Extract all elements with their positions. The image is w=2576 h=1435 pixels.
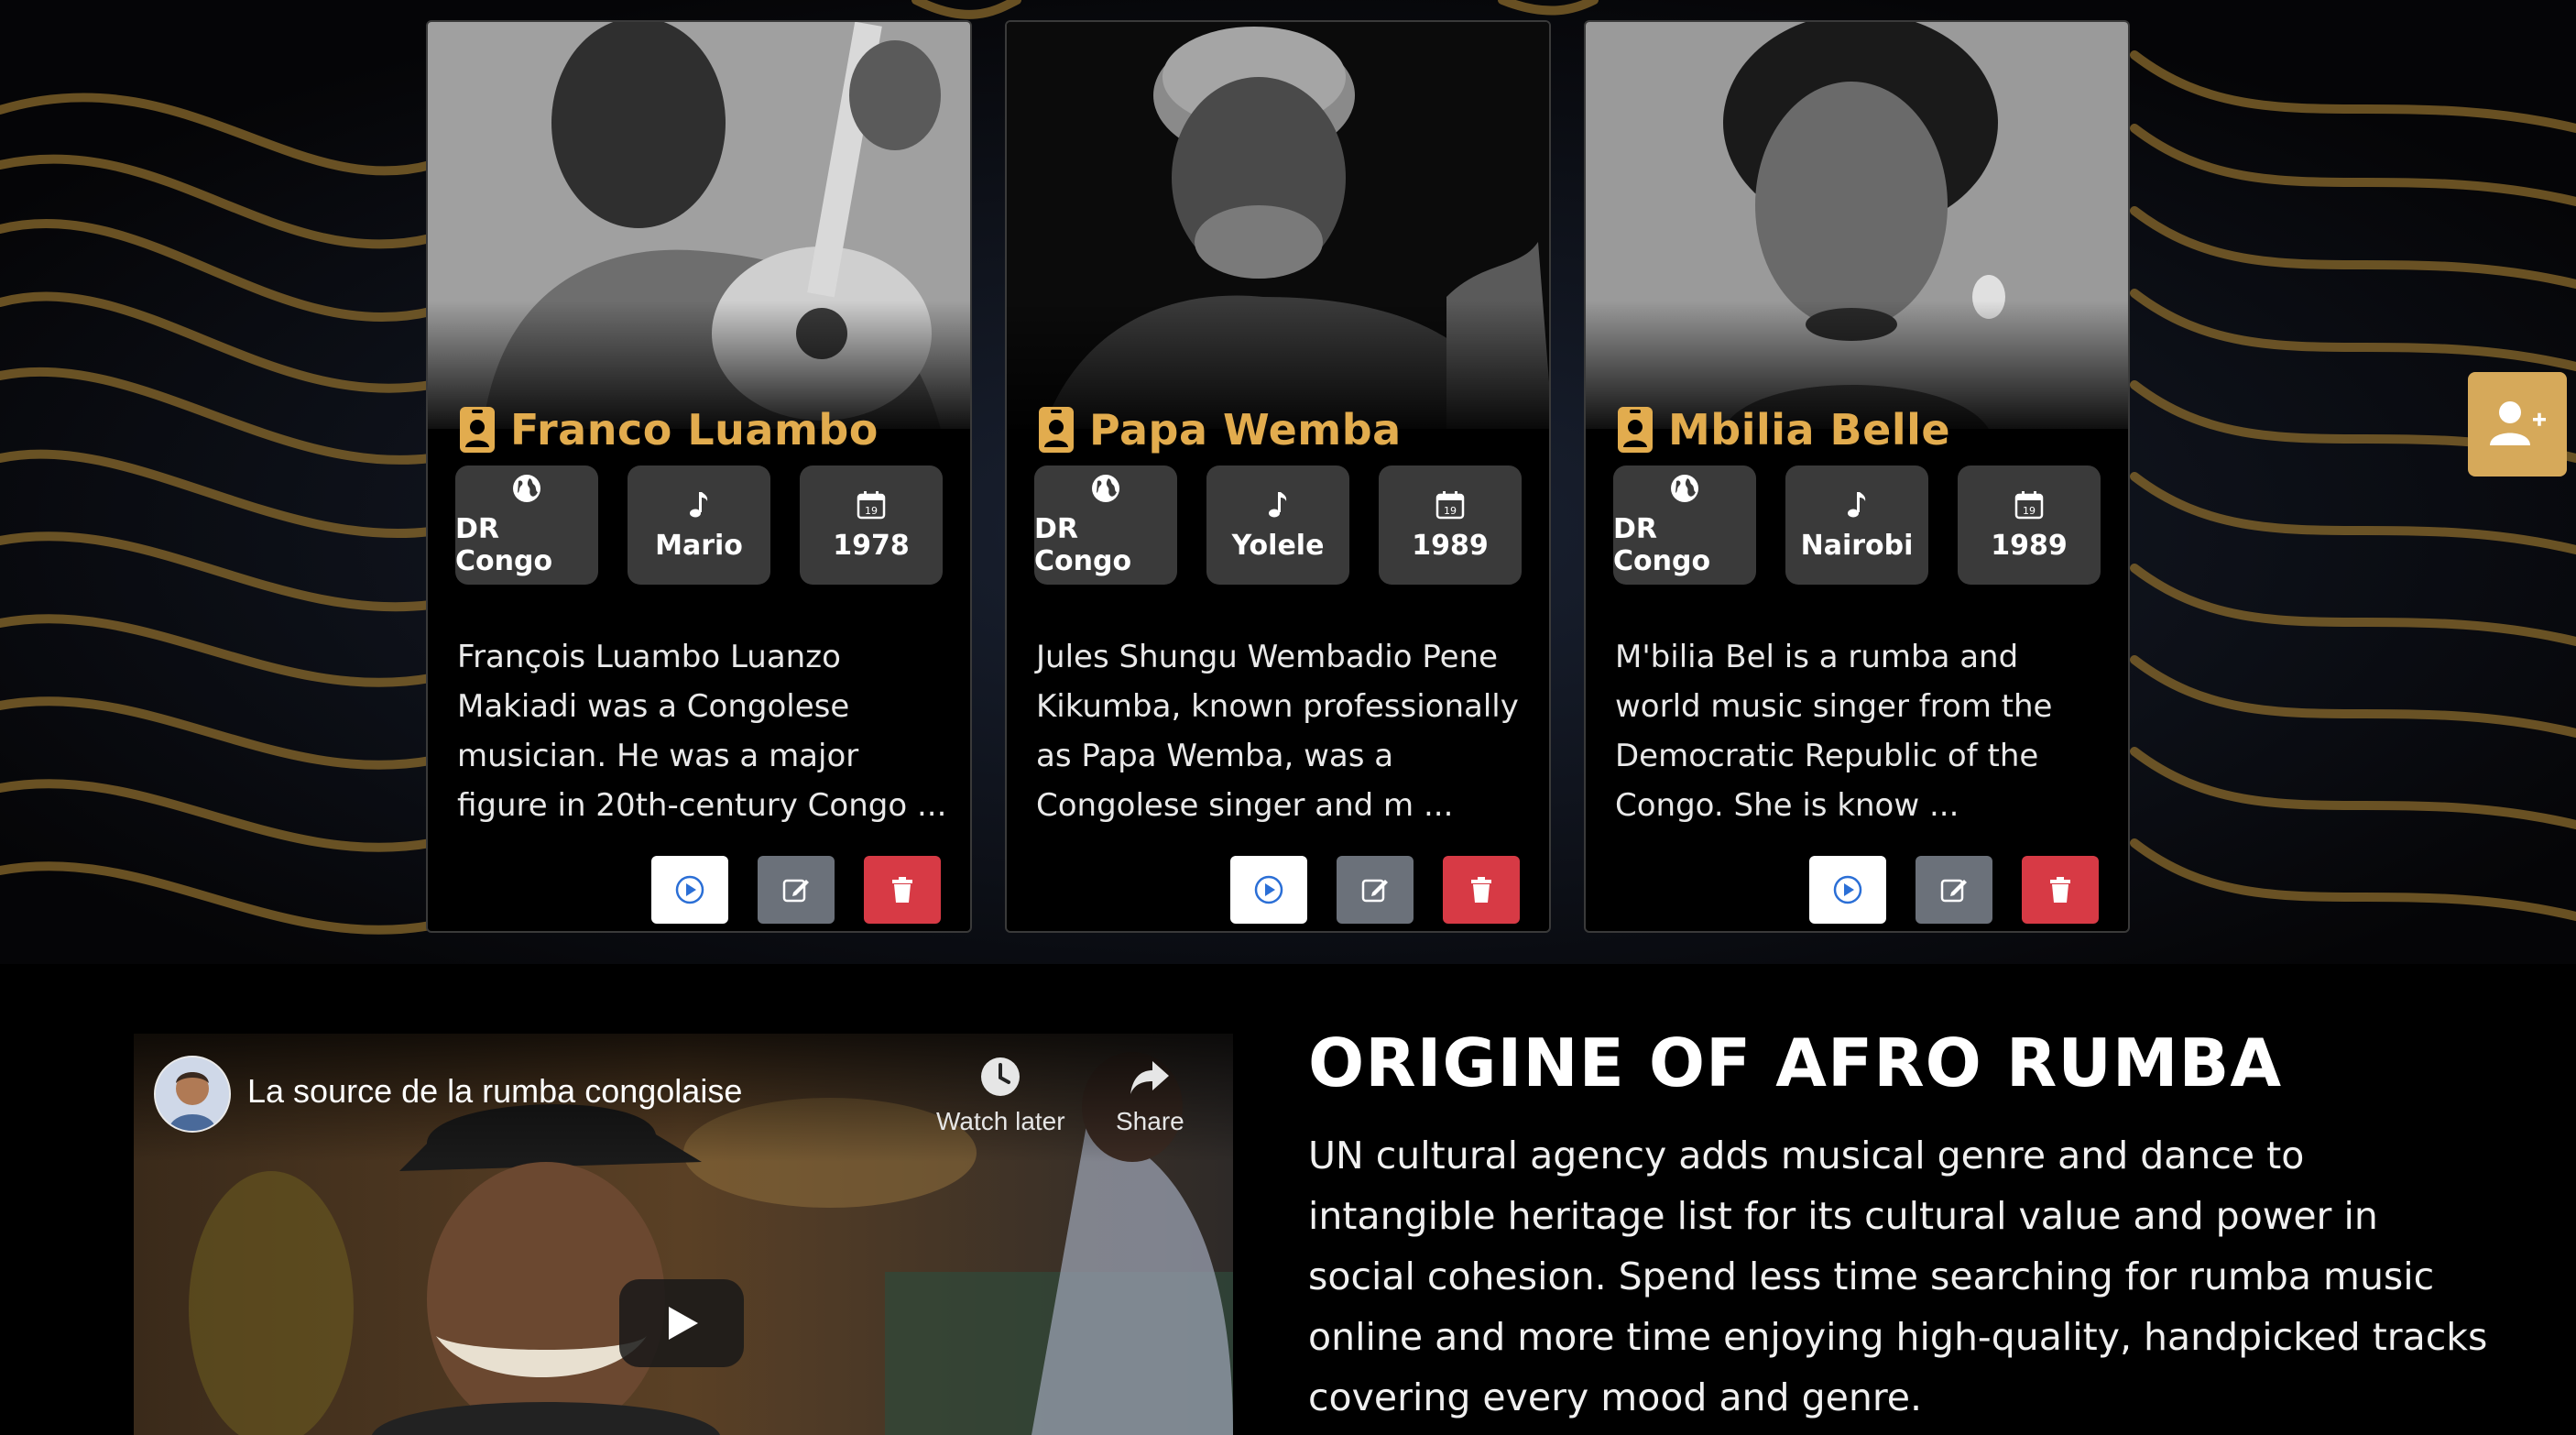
artist-name: Papa Wemba [1089,405,1402,455]
artist-description: M'bilia Bel is a rumba and world music s… [1615,639,2053,824]
play-button[interactable] [651,856,728,924]
artist-name: Mbilia Belle [1668,405,1951,455]
song-text: Yolele [1231,529,1325,562]
svg-text:19: 19 [865,505,878,517]
song-text: Nairobi [1800,529,1914,562]
watch-later-label: Watch later [936,1107,1065,1135]
share-button[interactable]: Share [1116,1054,1184,1136]
play-circle-icon [675,875,704,904]
artist-card: Franco Luambo DR Congo Mario 19 1978 Fra… [426,20,972,933]
play-button[interactable] [1230,856,1307,924]
artist-name: Franco Luambo [510,405,879,455]
country-text: DR Congo [1613,513,1711,577]
play-icon [669,1307,698,1340]
calendar-icon: 19 [1435,490,1465,519]
artist-info-chips: DR Congo Nairobi 19 1989 [1613,466,2101,585]
watch-later-button[interactable]: Watch later [936,1054,1065,1136]
share-label: Share [1116,1107,1184,1135]
country-chip: DR Congo [455,466,598,585]
artist-name-row: Mbilia Belle [1617,405,1950,455]
play-button[interactable] [1809,856,1886,924]
globe-icon [1671,475,1698,502]
song-chip: Mario [628,466,770,585]
artist-description: François Luambo Luanzo Makiadi was a Con… [457,639,947,824]
add-artist-button[interactable] [2468,372,2567,477]
year-text: 1989 [1412,529,1489,562]
id-badge-icon [1039,407,1074,453]
play-circle-icon [1254,875,1283,904]
svg-text:19: 19 [2023,505,2036,517]
video-embed[interactable]: La source de la rumba congolaise Watch l… [134,1034,1233,1435]
trash-icon [2050,877,2070,903]
artist-name-row: Franco Luambo [459,405,879,455]
music-note-icon [1269,491,1287,517]
country-chip: DR Congo [1613,466,1756,585]
song-chip: Nairobi [1785,466,1928,585]
artist-photo [1586,22,2128,429]
artist-info-chips: DR Congo Mario 19 1978 [455,466,943,585]
share-arrow-icon [1130,1061,1170,1094]
music-note-icon [690,491,708,517]
artist-photo [428,22,970,429]
globe-icon [513,475,540,502]
video-title[interactable]: La source de la rumba congolaise [247,1072,742,1111]
song-chip: Yolele [1206,466,1349,585]
year-text: 1989 [1991,529,2068,562]
clock-icon [981,1057,1021,1096]
artist-photo [1007,22,1549,429]
year-text: 1978 [833,529,910,562]
id-badge-icon [1618,407,1653,453]
artist-actions [1809,856,2099,924]
delete-button[interactable] [1443,856,1520,924]
country-text: DR Congo [455,513,553,577]
origin-body: UN cultural agency adds musical genre an… [1308,1134,2488,1419]
artist-actions [1230,856,1520,924]
artist-card: Mbilia Belle DR Congo Nairobi 19 1989 M'… [1584,20,2130,933]
globe-icon [1092,475,1119,502]
artist-description: Jules Shungu Wembadio Pene Kikumba, know… [1036,639,1519,824]
calendar-icon: 19 [857,490,886,519]
year-chip: 19 1989 [1958,466,2101,585]
artist-info-chips: DR Congo Yolele 19 1989 [1034,466,1522,585]
country-chip: DR Congo [1034,466,1177,585]
channel-avatar[interactable] [154,1056,231,1133]
delete-button[interactable] [864,856,941,924]
play-circle-icon [1833,875,1862,904]
origin-title: ORIGINE OF AFRO RUMBA [1308,1024,2283,1101]
trash-icon [1471,877,1491,903]
edit-icon [1940,879,1967,903]
music-note-icon [1848,491,1866,517]
artist-actions [651,856,941,924]
svg-text:19: 19 [1444,505,1457,517]
edit-button[interactable] [1337,856,1414,924]
artist-card: Papa Wemba DR Congo Yolele 19 1989 Jules… [1005,20,1551,933]
id-badge-icon [460,407,495,453]
delete-button[interactable] [2022,856,2099,924]
edit-icon [1361,879,1388,903]
user-plus-icon [2490,401,2546,445]
edit-icon [782,879,809,903]
trash-icon [892,877,912,903]
country-text: DR Congo [1034,513,1132,577]
year-chip: 19 1978 [800,466,943,585]
year-chip: 19 1989 [1379,466,1522,585]
calendar-icon: 19 [2014,490,2044,519]
song-text: Mario [655,529,743,562]
artist-name-row: Papa Wemba [1038,405,1402,455]
edit-button[interactable] [758,856,835,924]
edit-button[interactable] [1916,856,1992,924]
video-play-button[interactable] [619,1279,744,1367]
